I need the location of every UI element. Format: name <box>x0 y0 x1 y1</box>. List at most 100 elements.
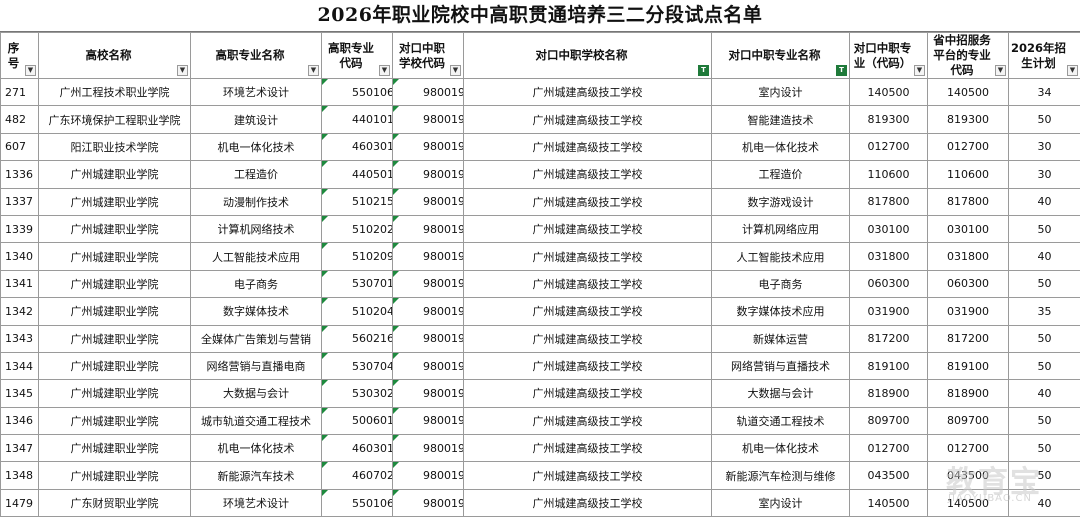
platform-code-cell[interactable]: 030100 <box>928 215 1009 242</box>
secondary-major-cell[interactable]: 网络营销与直播技术 <box>712 352 850 379</box>
secondary-code-cell[interactable]: 809700 <box>850 407 928 434</box>
school-code-cell[interactable]: 9800197 <box>393 106 464 133</box>
plan-cell[interactable]: 50 <box>1009 352 1080 379</box>
school-name-cell[interactable]: 广州城建高级技工学校 <box>464 133 712 160</box>
plan-cell[interactable]: 40 <box>1009 188 1080 215</box>
major-name-cell[interactable]: 工程造价 <box>191 161 322 188</box>
major-name-cell[interactable]: 机电一体化技术 <box>191 435 322 462</box>
secondary-code-cell[interactable]: 819300 <box>850 106 928 133</box>
college-name-cell[interactable]: 广州城建职业学院 <box>39 325 191 352</box>
seq-cell[interactable]: 1343 <box>1 325 39 352</box>
secondary-major-cell[interactable]: 计算机网络应用 <box>712 215 850 242</box>
college-name-cell[interactable]: 广州城建职业学院 <box>39 462 191 489</box>
secondary-major-cell[interactable]: 新能源汽车检测与维修 <box>712 462 850 489</box>
school-name-cell[interactable]: 广州城建高级技工学校 <box>464 462 712 489</box>
major-name-cell[interactable]: 城市轨道交通工程技术 <box>191 407 322 434</box>
college-name-cell[interactable]: 广州城建职业学院 <box>39 215 191 242</box>
major-name-cell[interactable]: 全媒体广告策划与营销 <box>191 325 322 352</box>
plan-cell[interactable]: 50 <box>1009 215 1080 242</box>
platform-code-cell[interactable]: 140500 <box>928 79 1009 106</box>
major-name-cell[interactable]: 数字媒体技术 <box>191 298 322 325</box>
major-code-cell[interactable]: 530302 <box>322 380 393 407</box>
filter-dropdown-icon[interactable]: ▼ <box>25 65 36 76</box>
platform-code-cell[interactable]: 012700 <box>928 133 1009 160</box>
platform-code-cell[interactable]: 818900 <box>928 380 1009 407</box>
major-code-cell[interactable]: 500601 <box>322 407 393 434</box>
college-name-cell[interactable]: 广东财贸职业学院 <box>39 489 191 516</box>
plan-cell[interactable]: 50 <box>1009 407 1080 434</box>
school-code-cell[interactable]: 9800197 <box>393 188 464 215</box>
major-code-cell[interactable]: 510204 <box>322 298 393 325</box>
major-code-cell[interactable]: 440501 <box>322 161 393 188</box>
seq-cell[interactable]: 1347 <box>1 435 39 462</box>
school-name-cell[interactable]: 广州城建高级技工学校 <box>464 188 712 215</box>
platform-code-cell[interactable]: 110600 <box>928 161 1009 188</box>
major-code-cell[interactable]: 460702 <box>322 462 393 489</box>
school-name-cell[interactable]: 广州城建高级技工学校 <box>464 380 712 407</box>
platform-code-cell[interactable]: 809700 <box>928 407 1009 434</box>
seq-cell[interactable]: 1336 <box>1 161 39 188</box>
secondary-major-cell[interactable]: 数字游戏设计 <box>712 188 850 215</box>
platform-code-cell[interactable]: 819100 <box>928 352 1009 379</box>
college-name-cell[interactable]: 广州城建职业学院 <box>39 298 191 325</box>
secondary-code-cell[interactable]: 818900 <box>850 380 928 407</box>
secondary-major-cell[interactable]: 数字媒体技术应用 <box>712 298 850 325</box>
seq-cell[interactable]: 482 <box>1 106 39 133</box>
secondary-major-cell[interactable]: 大数据与会计 <box>712 380 850 407</box>
secondary-major-cell[interactable]: 室内设计 <box>712 489 850 516</box>
secondary-code-cell[interactable]: 819100 <box>850 352 928 379</box>
major-code-cell[interactable]: 550106 <box>322 489 393 516</box>
secondary-code-cell[interactable]: 140500 <box>850 79 928 106</box>
major-name-cell[interactable]: 计算机网络技术 <box>191 215 322 242</box>
seq-cell[interactable]: 1337 <box>1 188 39 215</box>
major-code-cell[interactable]: 530704 <box>322 352 393 379</box>
school-code-cell[interactable]: 9800197 <box>393 489 464 516</box>
seq-cell[interactable]: 271 <box>1 79 39 106</box>
school-name-cell[interactable]: 广州城建高级技工学校 <box>464 215 712 242</box>
plan-cell[interactable]: 50 <box>1009 106 1080 133</box>
filter-dropdown-icon[interactable]: ▼ <box>914 65 925 76</box>
filter-active-icon[interactable]: T <box>698 65 709 76</box>
seq-cell[interactable]: 1345 <box>1 380 39 407</box>
school-code-cell[interactable]: 9800197 <box>393 79 464 106</box>
secondary-code-cell[interactable]: 817200 <box>850 325 928 352</box>
school-code-cell[interactable]: 9800197 <box>393 133 464 160</box>
college-name-cell[interactable]: 广州城建职业学院 <box>39 407 191 434</box>
plan-cell[interactable]: 30 <box>1009 161 1080 188</box>
seq-cell[interactable]: 1348 <box>1 462 39 489</box>
college-name-cell[interactable]: 广州城建职业学院 <box>39 352 191 379</box>
major-code-cell[interactable]: 440101 <box>322 106 393 133</box>
secondary-code-cell[interactable]: 043500 <box>850 462 928 489</box>
filter-dropdown-icon[interactable]: ▼ <box>995 65 1006 76</box>
school-name-cell[interactable]: 广州城建高级技工学校 <box>464 407 712 434</box>
plan-cell[interactable]: 34 <box>1009 79 1080 106</box>
filter-dropdown-icon[interactable]: ▼ <box>450 65 461 76</box>
school-code-cell[interactable]: 9800197 <box>393 161 464 188</box>
platform-code-cell[interactable]: 031900 <box>928 298 1009 325</box>
secondary-code-cell[interactable]: 031900 <box>850 298 928 325</box>
filter-active-icon[interactable]: T <box>836 65 847 76</box>
college-name-cell[interactable]: 广州城建职业学院 <box>39 188 191 215</box>
college-name-cell[interactable]: 广州城建职业学院 <box>39 161 191 188</box>
major-name-cell[interactable]: 机电一体化技术 <box>191 133 322 160</box>
secondary-code-cell[interactable]: 031800 <box>850 243 928 270</box>
secondary-code-cell[interactable]: 060300 <box>850 270 928 297</box>
plan-cell[interactable]: 35 <box>1009 298 1080 325</box>
school-name-cell[interactable]: 广州城建高级技工学校 <box>464 161 712 188</box>
major-code-cell[interactable]: 510209 <box>322 243 393 270</box>
school-name-cell[interactable]: 广州城建高级技工学校 <box>464 79 712 106</box>
school-code-cell[interactable]: 9800197 <box>393 407 464 434</box>
secondary-major-cell[interactable]: 人工智能技术应用 <box>712 243 850 270</box>
platform-code-cell[interactable]: 817200 <box>928 325 1009 352</box>
major-code-cell[interactable]: 510202 <box>322 215 393 242</box>
college-name-cell[interactable]: 广东环境保护工程职业学院 <box>39 106 191 133</box>
major-name-cell[interactable]: 网络营销与直播电商 <box>191 352 322 379</box>
school-code-cell[interactable]: 9800197 <box>393 243 464 270</box>
secondary-code-cell[interactable]: 817800 <box>850 188 928 215</box>
major-code-cell[interactable]: 560216 <box>322 325 393 352</box>
filter-dropdown-icon[interactable]: ▼ <box>308 65 319 76</box>
seq-cell[interactable]: 1341 <box>1 270 39 297</box>
school-code-cell[interactable]: 9800197 <box>393 270 464 297</box>
secondary-major-cell[interactable]: 工程造价 <box>712 161 850 188</box>
college-name-cell[interactable]: 广州城建职业学院 <box>39 243 191 270</box>
